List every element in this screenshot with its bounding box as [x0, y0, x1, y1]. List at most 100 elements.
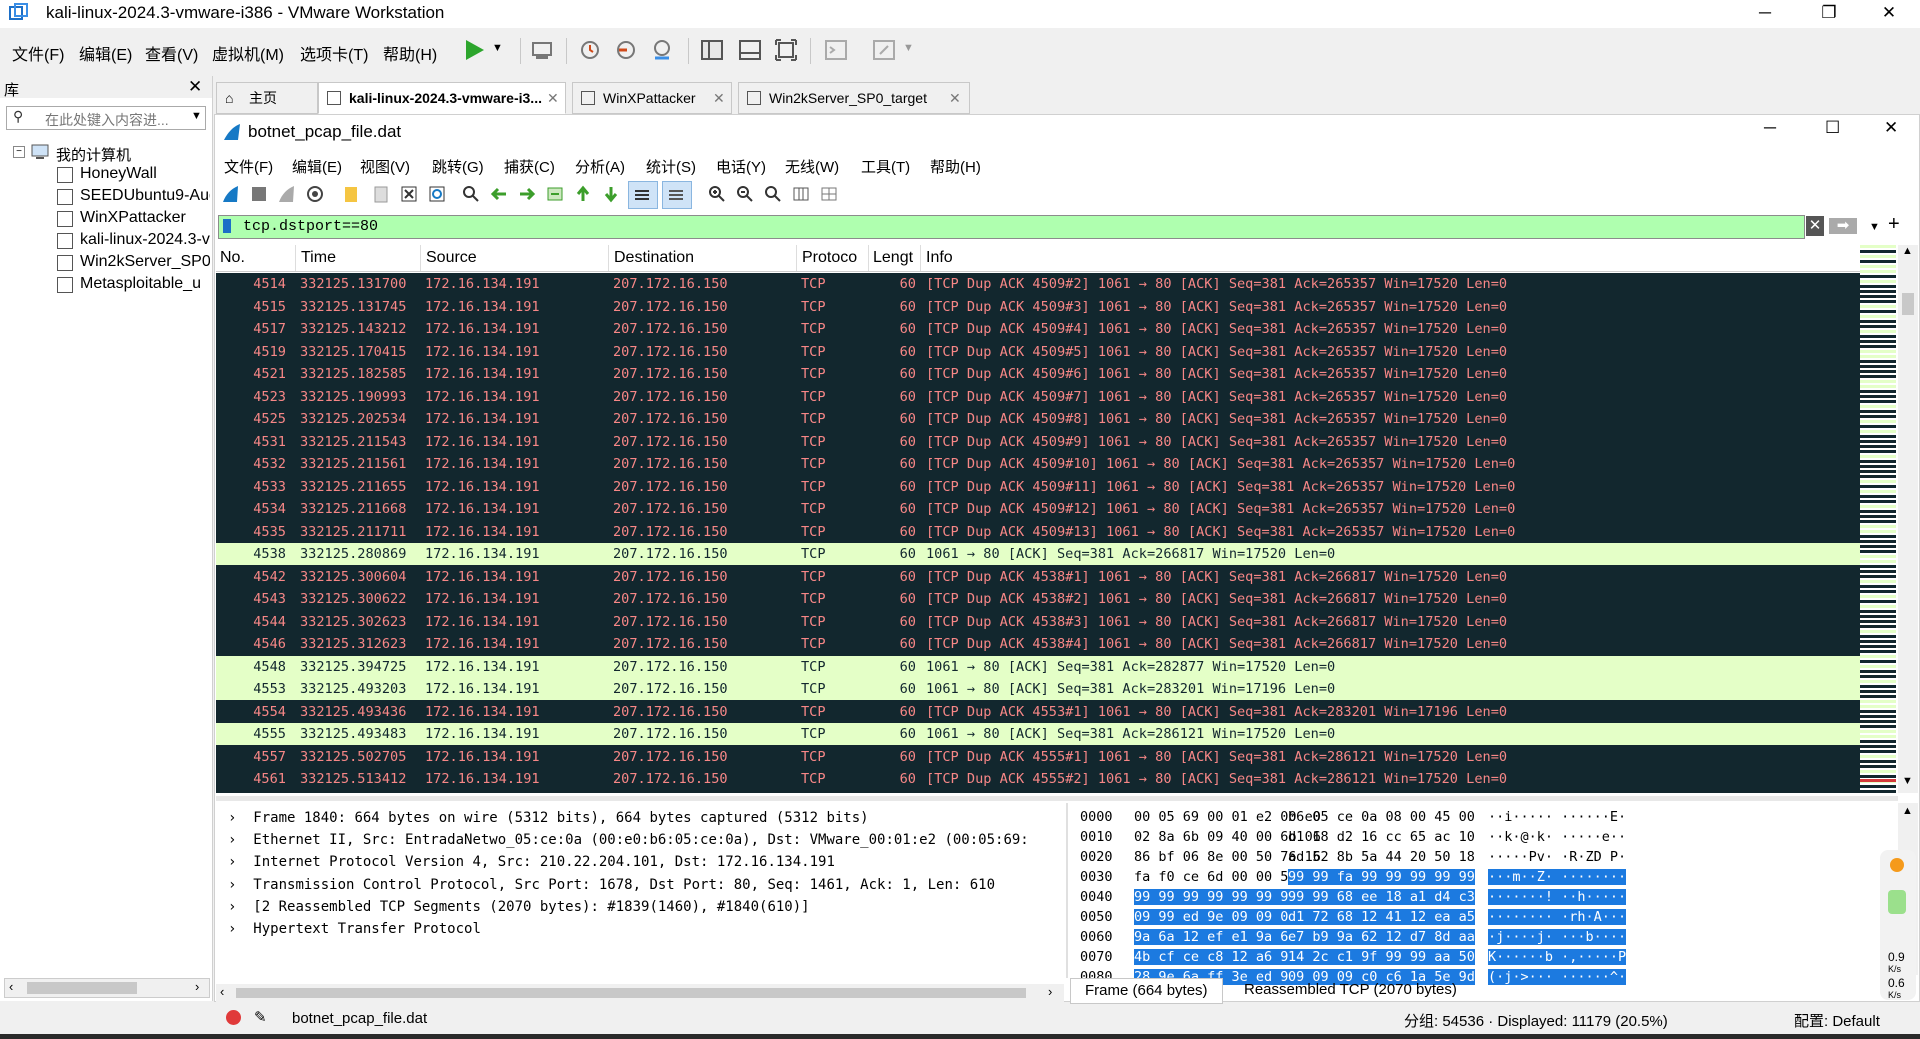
- fullscreen-icon[interactable]: [774, 38, 798, 62]
- tab-close-icon[interactable]: ✕: [713, 83, 725, 113]
- packet-row[interactable]: 4531 332125.211543 172.16.134.191 207.172.1…: [216, 430, 1860, 453]
- snapshot-manager-icon[interactable]: [650, 38, 674, 62]
- hex-ascii[interactable]: ········ ·rh·A···: [1488, 909, 1627, 925]
- tree-node-reassembled[interactable]: › [2 Reassembled TCP Segments (2070 byte…: [228, 899, 810, 915]
- col-length[interactable]: Lengt: [873, 249, 913, 267]
- sidebar-view-icon[interactable]: [700, 38, 724, 62]
- packet-minimap[interactable]: [1860, 245, 1896, 793]
- menu-file[interactable]: 文件(F): [12, 41, 64, 65]
- tree-root-my-computer[interactable]: 我的计算机: [56, 144, 131, 165]
- packet-row[interactable]: 4523 332125.190993 172.16.134.191 207.172.1…: [216, 385, 1860, 408]
- auto-scroll-button[interactable]: [628, 181, 658, 209]
- packet-row[interactable]: 4544 332125.302623 172.16.134.191 207.172.1…: [216, 610, 1860, 633]
- scroll-down-icon[interactable]: ▼: [1902, 775, 1913, 787]
- scroll-left-icon[interactable]: ‹: [9, 979, 13, 994]
- zoom-in-icon[interactable]: [708, 185, 726, 203]
- expand-arrow-icon[interactable]: ›: [228, 899, 236, 915]
- status-profile[interactable]: 配置: Default: [1794, 1010, 1880, 1031]
- go-back-icon[interactable]: [490, 185, 508, 203]
- hex-ascii[interactable]: ·······! ··h·····: [1488, 889, 1627, 905]
- expand-arrow-icon[interactable]: ›: [228, 877, 236, 893]
- bookmark-icon[interactable]: [223, 219, 231, 233]
- tab-home[interactable]: ⌂ 主页: [216, 82, 318, 114]
- capture-options-icon[interactable]: [306, 185, 324, 203]
- hex-bytes-b[interactable]: d1 18 d2 16 cc 65 ac 10: [1288, 829, 1475, 845]
- go-last-packet-icon[interactable]: [602, 185, 620, 203]
- ws-menu-go[interactable]: 跳转(G): [432, 156, 484, 177]
- tab-reassembled-bytes[interactable]: Reassembled TCP (2070 bytes): [1244, 978, 1457, 1002]
- tree-item-honeywall[interactable]: HoneyWall: [80, 165, 230, 183]
- clear-filter-icon[interactable]: ✕: [1806, 216, 1824, 236]
- packet-row[interactable]: 4515 332125.131745 172.16.134.191 207.172.1…: [216, 295, 1860, 318]
- scroll-up-icon[interactable]: ▲: [1902, 245, 1913, 257]
- scroll-thumb[interactable]: [27, 982, 137, 994]
- tree-node-ethernet[interactable]: › Ethernet II, Src: EntradaNetwo_05:ce:0…: [228, 832, 1029, 848]
- packet-list-scrollbar[interactable]: ▲ ▼: [1898, 245, 1918, 793]
- col-info[interactable]: Info: [926, 249, 953, 267]
- packet-row[interactable]: 4538 332125.280869 172.16.134.191 207.172.1…: [216, 543, 1860, 565]
- details-hscrollbar[interactable]: ‹ ›: [216, 984, 1064, 1002]
- hex-bytes-b[interactable]: e7 b9 9a 62 12 d7 8d aa: [1288, 929, 1475, 945]
- reload-file-icon[interactable]: [428, 185, 446, 203]
- hex-bytes-b[interactable]: b6 05 ce 0a 08 00 45 00: [1288, 809, 1475, 825]
- packet-row[interactable]: 4555 332125.493483 172.16.134.191 207.172.1…: [216, 723, 1860, 745]
- restart-capture-icon[interactable]: [278, 185, 296, 203]
- tab-win2kserver[interactable]: Win2kServer_SP0_target ✕: [738, 82, 970, 114]
- start-capture-icon[interactable]: [222, 185, 240, 203]
- menu-help[interactable]: 帮助(H): [383, 41, 437, 65]
- tree-collapse-icon[interactable]: −: [13, 146, 25, 158]
- ws-menu-statistics[interactable]: 统计(S): [646, 156, 696, 177]
- expand-arrow-icon[interactable]: ›: [228, 832, 236, 848]
- layout-icon[interactable]: [820, 185, 838, 203]
- expert-info-icon[interactable]: [226, 1010, 241, 1025]
- tree-node-ip[interactable]: › Internet Protocol Version 4, Src: 210.…: [228, 854, 835, 870]
- hex-offset[interactable]: 0010: [1080, 829, 1113, 845]
- power-on-icon[interactable]: [462, 38, 486, 62]
- restore-button[interactable]: ❐: [1806, 0, 1852, 28]
- hex-offset[interactable]: 0020: [1080, 849, 1113, 865]
- ws-menu-telephony[interactable]: 电话(Y): [716, 156, 766, 177]
- find-packet-icon[interactable]: [462, 185, 480, 203]
- tree-item-metasploitable[interactable]: Metasploitable_u: [80, 275, 210, 293]
- ws-menu-edit[interactable]: 编辑(E): [292, 156, 342, 177]
- library-close-icon[interactable]: ✕: [188, 77, 202, 97]
- hex-offset[interactable]: 0050: [1080, 909, 1113, 925]
- packet-row[interactable]: 4554 332125.493436 172.16.134.191 207.172.1…: [216, 700, 1860, 723]
- packet-row[interactable]: 4535 332125.211711 172.16.134.191 207.172.1…: [216, 520, 1860, 543]
- ws-minimize-button[interactable]: ─: [1764, 118, 1776, 138]
- packet-row[interactable]: 4543 332125.300622 172.16.134.191 207.172.1…: [216, 588, 1860, 610]
- packet-row[interactable]: 4519 332125.170415 172.16.134.191 207.172.1…: [216, 340, 1860, 363]
- go-to-packet-icon[interactable]: [546, 185, 564, 203]
- hex-bytes-b[interactable]: d1 72 68 12 41 12 ea a5: [1288, 909, 1475, 925]
- tab-close-icon[interactable]: ✕: [949, 83, 961, 113]
- tree-item-win2kserver[interactable]: Win2kServer_SP0: [80, 253, 210, 271]
- hex-ascii[interactable]: ·j····j· ···b····: [1488, 929, 1627, 945]
- ws-close-button[interactable]: ✕: [1884, 118, 1898, 138]
- tree-item-kali[interactable]: kali-linux-2024.3-v: [80, 231, 210, 249]
- tab-kali[interactable]: kali-linux-2024.3-vmware-i3... ✕: [318, 82, 566, 114]
- tab-winxpattacker[interactable]: WinXPattacker ✕: [572, 82, 732, 114]
- expand-arrow-icon[interactable]: ›: [228, 810, 236, 826]
- packet-row[interactable]: 4533 332125.211655 172.16.134.191 207.172.1…: [216, 475, 1860, 498]
- expand-arrow-icon[interactable]: ›: [228, 921, 236, 937]
- ws-maximize-button[interactable]: ☐: [1825, 118, 1840, 138]
- col-destination[interactable]: Destination: [614, 249, 694, 267]
- menu-edit[interactable]: 编辑(E): [79, 41, 132, 65]
- snapshot-icon[interactable]: [578, 38, 602, 62]
- ws-menu-wireless[interactable]: 无线(W): [785, 156, 839, 177]
- tab-frame-bytes[interactable]: Frame (664 bytes): [1070, 978, 1223, 1004]
- hex-bytes-b[interactable]: 14 2c c1 9f 99 99 aa 50: [1288, 949, 1475, 965]
- tab-close-icon[interactable]: ✕: [547, 83, 559, 113]
- scroll-right-icon[interactable]: ›: [1048, 984, 1052, 999]
- scroll-up-icon[interactable]: ▲: [1902, 805, 1913, 817]
- tree-item-winxpattacker[interactable]: WinXPattacker: [80, 209, 210, 227]
- scroll-thumb[interactable]: [236, 988, 1026, 998]
- menu-vm[interactable]: 虚拟机(M): [212, 41, 284, 65]
- hex-ascii[interactable]: ··k·@·k· ·····e··: [1488, 829, 1626, 845]
- stretch-guest-icon[interactable]: [872, 38, 896, 62]
- hex-offset[interactable]: 0000: [1080, 809, 1113, 825]
- minimize-button[interactable]: ─: [1742, 0, 1788, 28]
- expand-arrow-icon[interactable]: ›: [228, 854, 236, 870]
- col-no[interactable]: No.: [220, 249, 245, 267]
- go-forward-icon[interactable]: [518, 185, 536, 203]
